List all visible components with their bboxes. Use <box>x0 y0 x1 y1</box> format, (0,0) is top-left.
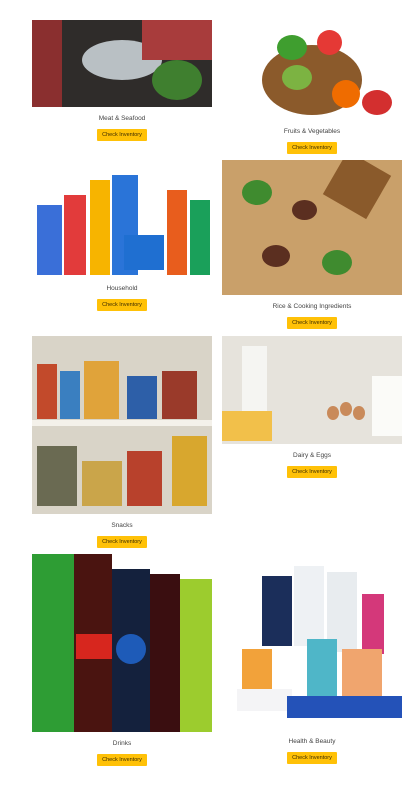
category-title: Meat & Seafood <box>98 115 146 122</box>
category-title: Household <box>106 285 138 292</box>
category-title: Snacks <box>111 522 133 529</box>
category-title: Drinks <box>112 740 132 747</box>
category-title: Fruits & Vegetables <box>283 128 341 135</box>
toiletries-image <box>222 554 402 730</box>
check-inventory-button[interactable]: Check Inventory <box>97 536 147 548</box>
fried-rice-image <box>222 160 402 295</box>
check-inventory-button[interactable]: Check Inventory <box>287 317 337 329</box>
category-card-household: Household Check Inventory <box>32 160 212 311</box>
category-card-dairy-eggs: Dairy & Eggs Check Inventory <box>222 336 402 478</box>
check-inventory-button[interactable]: Check Inventory <box>97 299 147 311</box>
check-inventory-button[interactable]: Check Inventory <box>287 466 337 478</box>
category-card-snacks: Snacks Check Inventory <box>32 336 212 548</box>
cleaning-products-image <box>32 160 212 277</box>
category-card-meat-seafood: Meat & Seafood Check Inventory <box>32 20 212 141</box>
category-card-fruits-vegetables: Fruits & Vegetables Check Inventory <box>222 20 402 154</box>
dairy-eggs-image <box>222 336 402 444</box>
check-inventory-button[interactable]: Check Inventory <box>287 752 337 764</box>
category-title: Health & Beauty <box>288 738 336 745</box>
category-card-drinks: Drinks Check Inventory <box>32 554 212 766</box>
category-title: Rice & Cooking Ingredients <box>272 303 352 310</box>
category-title: Dairy & Eggs <box>293 452 331 459</box>
category-card-rice-cooking: Rice & Cooking Ingredients Check Invento… <box>222 160 402 329</box>
check-inventory-button[interactable]: Check Inventory <box>287 142 337 154</box>
meat-seafood-image <box>32 20 212 107</box>
category-card-health-beauty: Health & Beauty Check Inventory <box>222 554 402 764</box>
check-inventory-button[interactable]: Check Inventory <box>97 129 147 141</box>
fruit-basket-image <box>222 20 402 120</box>
pantry-shelves-image <box>32 336 212 514</box>
check-inventory-button[interactable]: Check Inventory <box>97 754 147 766</box>
soda-bottles-image <box>32 554 212 732</box>
